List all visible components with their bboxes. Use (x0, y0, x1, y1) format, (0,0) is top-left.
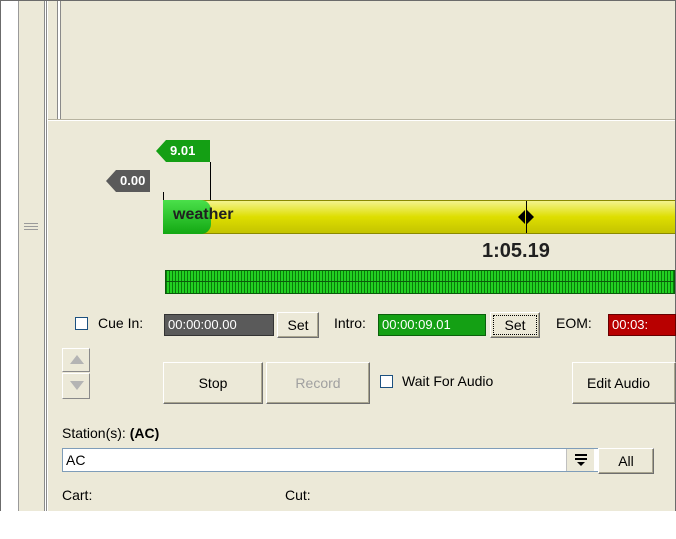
cart-label: Cart: (62, 487, 93, 503)
record-button[interactable]: Record (266, 362, 370, 404)
sidebar-grip-line (24, 223, 38, 224)
eom-time-field[interactable]: 00:03: (608, 314, 676, 336)
top-panel-area (48, 1, 675, 120)
left-sidebar (18, 1, 46, 511)
cue-in-label: Cue In: (98, 315, 144, 331)
eom-label: EOM: (556, 315, 592, 331)
stations-label: Station(s): (AC) (62, 425, 159, 441)
down-arrow-icon (70, 381, 84, 390)
splitter-handle[interactable] (44, 1, 47, 511)
level-meter (165, 270, 675, 294)
intro-marker-flag[interactable]: 9.01 (156, 140, 210, 162)
edit-audio-button[interactable]: Edit Audio (572, 362, 676, 404)
station-select[interactable]: AC (62, 448, 602, 472)
sidebar-grip-line (24, 226, 38, 227)
stations-label-text: Station(s): (62, 425, 126, 441)
intro-time-field[interactable]: 00:00:09.01 (378, 314, 486, 336)
playhead-handle-icon[interactable] (516, 208, 536, 226)
cue-in-set-button[interactable]: Set (277, 312, 319, 338)
stop-button[interactable]: Stop (163, 362, 263, 404)
segment-label: weather (173, 206, 234, 223)
audio-waveform-track[interactable] (163, 200, 675, 234)
all-stations-button[interactable]: All (598, 448, 654, 474)
playhead-time-readout: 1:05.19 (482, 240, 550, 262)
intro-set-button[interactable]: Set (490, 312, 540, 338)
wait-for-audio-checkbox[interactable] (380, 375, 393, 388)
sidebar-grip-line (24, 229, 38, 230)
wait-for-audio-label: Wait For Audio (402, 373, 494, 389)
bottom-blank-area (0, 511, 676, 539)
cut-label: Cut: (285, 487, 311, 503)
intro-label: Intro: (334, 315, 366, 331)
scroll-up-button[interactable] (62, 348, 90, 372)
panel-separator (48, 120, 675, 121)
cue-in-time-field[interactable]: 00:00:00.00 (164, 314, 274, 336)
scroll-down-button[interactable] (62, 373, 90, 399)
cue-in-checkbox[interactable] (75, 317, 88, 330)
top-panel-splitter[interactable] (57, 1, 61, 119)
station-dropdown-button[interactable] (566, 449, 594, 471)
stations-current: (AC) (129, 425, 160, 441)
dropdown-arrow-icon (574, 454, 587, 466)
up-arrow-icon (70, 355, 84, 364)
